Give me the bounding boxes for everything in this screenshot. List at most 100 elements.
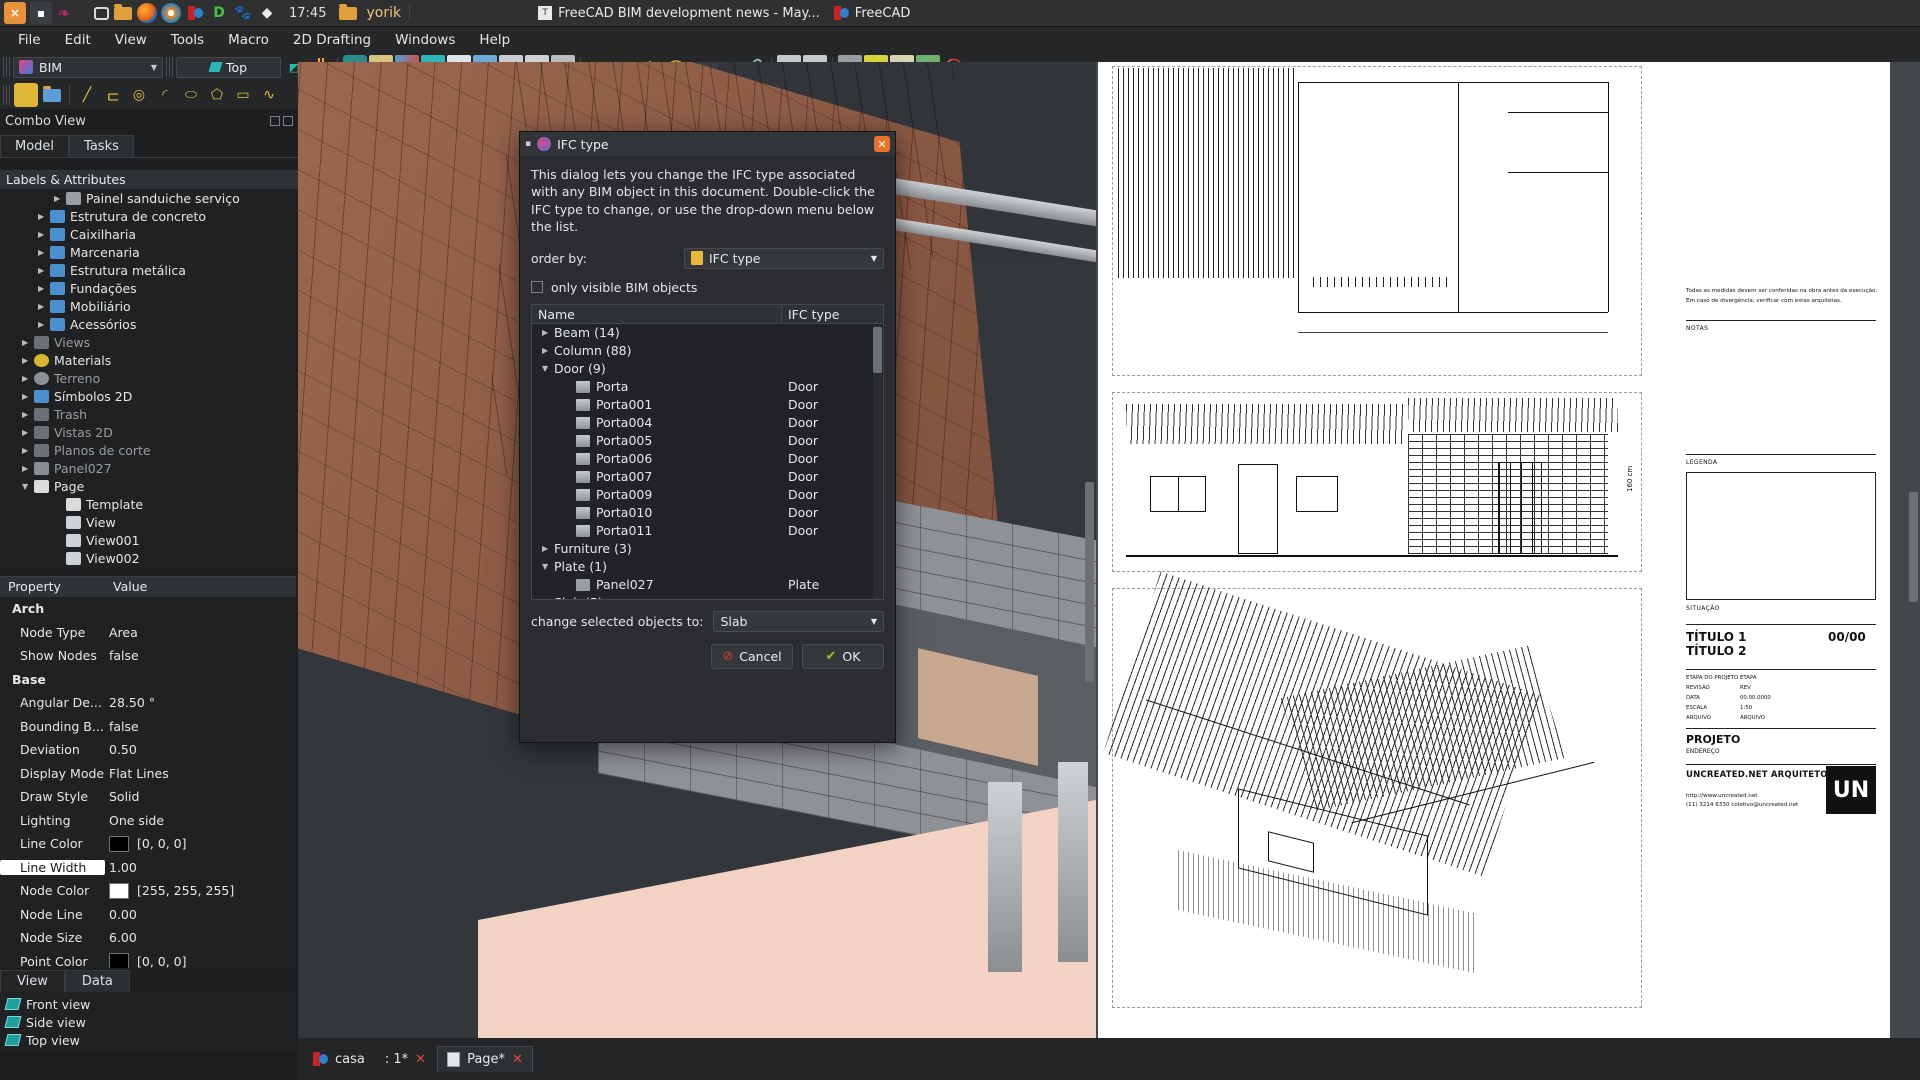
inkscape-icon[interactable]: ◆ xyxy=(257,3,277,23)
dialog-titlebar[interactable]: ▪ IFC type ✕ xyxy=(520,132,895,156)
ifc-list-type[interactable]: Door xyxy=(782,433,883,448)
tab-model[interactable]: Model xyxy=(0,135,70,157)
taskbar-item-freecad[interactable]: FreeCAD xyxy=(833,6,910,21)
tree-item[interactable]: ▶ Acessórios xyxy=(0,315,296,333)
order-by-select[interactable]: IFC type ▼ xyxy=(684,247,884,269)
ifc-list-row[interactable]: ▶ Column (88) xyxy=(532,342,883,360)
chevron-down-icon[interactable]: ▼ xyxy=(542,598,552,599)
menu-windows[interactable]: Windows xyxy=(383,29,467,51)
chevron-right-icon[interactable]: ▶ xyxy=(22,446,32,455)
tree-item[interactable]: ▶ Estrutura de concreto xyxy=(0,207,296,225)
property-value[interactable]: [255, 255, 255] xyxy=(105,882,296,899)
tree-item[interactable]: ▶ Estrutura metálica xyxy=(0,261,296,279)
property-row[interactable]: Node Color [255, 255, 255] xyxy=(0,879,296,903)
property-value[interactable]: 0.00 xyxy=(105,907,296,922)
window-menu-icon[interactable]: ▪ xyxy=(525,139,531,149)
circle-icon[interactable]: ◎ xyxy=(127,83,151,107)
folder-icon[interactable] xyxy=(113,3,133,23)
chevron-right-icon[interactable]: ▶ xyxy=(22,356,32,365)
ifc-list-row[interactable]: Porta010 Door xyxy=(532,504,883,522)
document-tab-page[interactable]: Page* ✕ xyxy=(437,1046,533,1072)
property-editor[interactable]: Property Value Arch Node Type Area Show Nod… xyxy=(0,576,296,968)
property-row[interactable]: Node Size 6.00 xyxy=(0,926,296,950)
ifc-list-row[interactable]: Porta009 Door xyxy=(532,486,883,504)
tab-tasks[interactable]: Tasks xyxy=(69,135,134,157)
ifc-list-type[interactable]: Door xyxy=(782,523,883,538)
workbench-selector[interactable]: BIM ▼ xyxy=(13,56,163,78)
close-icon[interactable]: ✕ xyxy=(512,1052,523,1067)
window-icon[interactable]: ▪ xyxy=(30,2,52,24)
property-row[interactable]: Angular De... 28.50 ° xyxy=(0,691,296,715)
property-row[interactable]: Point Color [0, 0, 0] xyxy=(0,950,296,968)
ifc-list-row[interactable]: ▶ Furniture (3) xyxy=(532,540,883,558)
ifc-list-row[interactable]: Porta005 Door xyxy=(532,432,883,450)
chevron-down-icon[interactable]: ▼ xyxy=(542,364,552,373)
property-row[interactable]: Lighting One side xyxy=(0,809,296,833)
menu-file[interactable]: File xyxy=(6,29,53,51)
only-visible-row[interactable]: only visible BIM objects xyxy=(531,280,884,295)
menu-edit[interactable]: Edit xyxy=(53,29,103,51)
property-value[interactable]: Flat Lines xyxy=(105,766,296,781)
rectangle-icon[interactable]: ▭ xyxy=(231,83,255,107)
property-value[interactable]: Solid xyxy=(105,789,296,804)
front-view-button[interactable]: Front view xyxy=(4,995,296,1013)
line-icon[interactable]: ╱ xyxy=(75,83,99,107)
document-tab-view[interactable]: : 1* ✕ xyxy=(375,1046,436,1072)
ifc-list-row[interactable]: Porta006 Door xyxy=(532,450,883,468)
polygon-icon[interactable]: ⬠ xyxy=(205,83,229,107)
cancel-button[interactable]: ⊘ Cancel xyxy=(711,643,793,669)
menu-tools[interactable]: Tools xyxy=(159,29,216,51)
color-swatch[interactable] xyxy=(109,882,129,899)
viewport-scrollbar[interactable] xyxy=(1085,482,1094,682)
property-row[interactable]: Deviation 0.50 xyxy=(0,738,296,762)
arc-icon[interactable]: ◜ xyxy=(153,83,177,107)
color-swatch[interactable] xyxy=(109,953,129,968)
tree-item[interactable]: ▶ Mobiliário xyxy=(0,297,296,315)
chevron-right-icon[interactable]: ▶ xyxy=(38,302,48,311)
chevron-right-icon[interactable]: ▶ xyxy=(54,194,64,203)
ifc-list-type[interactable]: Door xyxy=(782,469,883,484)
property-value[interactable]: false xyxy=(105,719,296,734)
property-value[interactable]: One side xyxy=(105,813,296,828)
menu-2d-drafting[interactable]: 2D Drafting xyxy=(281,29,383,51)
debian-icon[interactable]: ❧ xyxy=(54,3,74,23)
side-view-button[interactable]: Side view xyxy=(4,1013,296,1031)
property-row[interactable]: Draw Style Solid xyxy=(0,785,296,809)
chevron-right-icon[interactable]: ▶ xyxy=(38,320,48,329)
top-view-button[interactable]: Top view xyxy=(4,1031,296,1049)
view-preset-button[interactable]: Top xyxy=(176,56,281,78)
property-row[interactable]: Base xyxy=(0,668,296,692)
ifc-list-type[interactable]: Door xyxy=(782,379,883,394)
ifc-list-row[interactable]: Porta004 Door xyxy=(532,414,883,432)
menu-view[interactable]: View xyxy=(103,29,159,51)
chevron-right-icon[interactable]: ▶ xyxy=(38,284,48,293)
tree-item[interactable]: ▶ Caixilharia xyxy=(0,225,296,243)
property-value[interactable]: 1.00 xyxy=(105,860,296,875)
chevron-right-icon[interactable]: ▶ xyxy=(38,266,48,275)
property-row[interactable]: Node Type Area xyxy=(0,621,296,645)
property-value[interactable]: 6.00 xyxy=(105,930,296,945)
property-row[interactable]: Arch xyxy=(0,597,296,621)
property-row[interactable]: Bounding B... false xyxy=(0,715,296,739)
tree-item[interactable]: ▶ Trash xyxy=(0,405,296,423)
color-swatch[interactable] xyxy=(109,835,129,852)
property-value[interactable]: 28.50 ° xyxy=(105,695,296,710)
chevron-right-icon[interactable]: ▶ xyxy=(38,230,48,239)
chevron-right-icon[interactable]: ▶ xyxy=(22,338,32,347)
firefox-icon[interactable] xyxy=(137,3,157,23)
ifc-type-dialog[interactable]: ▪ IFC type ✕ This dialog lets you change… xyxy=(519,131,896,743)
model-tree[interactable]: ▶ Painel sanduiche serviço ▶ Estrutura de c… xyxy=(0,189,296,568)
ifc-list-row[interactable]: ▼Slab (5) xyxy=(532,594,883,599)
property-value[interactable]: [0, 0, 0] xyxy=(105,953,296,968)
chevron-right-icon[interactable]: ▶ xyxy=(542,544,552,553)
ifc-list-row[interactable]: ▼ Door (9) xyxy=(532,360,883,378)
property-value[interactable]: Area xyxy=(105,625,296,640)
toolbar-grip[interactable] xyxy=(3,57,10,77)
ifc-list-type[interactable]: Plate xyxy=(782,577,883,592)
tree-item[interactable]: ▶ Vistas 2D xyxy=(0,423,296,441)
draftsight-icon[interactable]: D xyxy=(209,3,229,23)
tree-item[interactable]: ▶ Marcenaria xyxy=(0,243,296,261)
ifc-list-row[interactable]: ▼ Plate (1) xyxy=(532,558,883,576)
ellipse-icon[interactable]: ⬭ xyxy=(179,83,203,107)
polyline-icon[interactable]: 𝈸 xyxy=(101,83,125,107)
